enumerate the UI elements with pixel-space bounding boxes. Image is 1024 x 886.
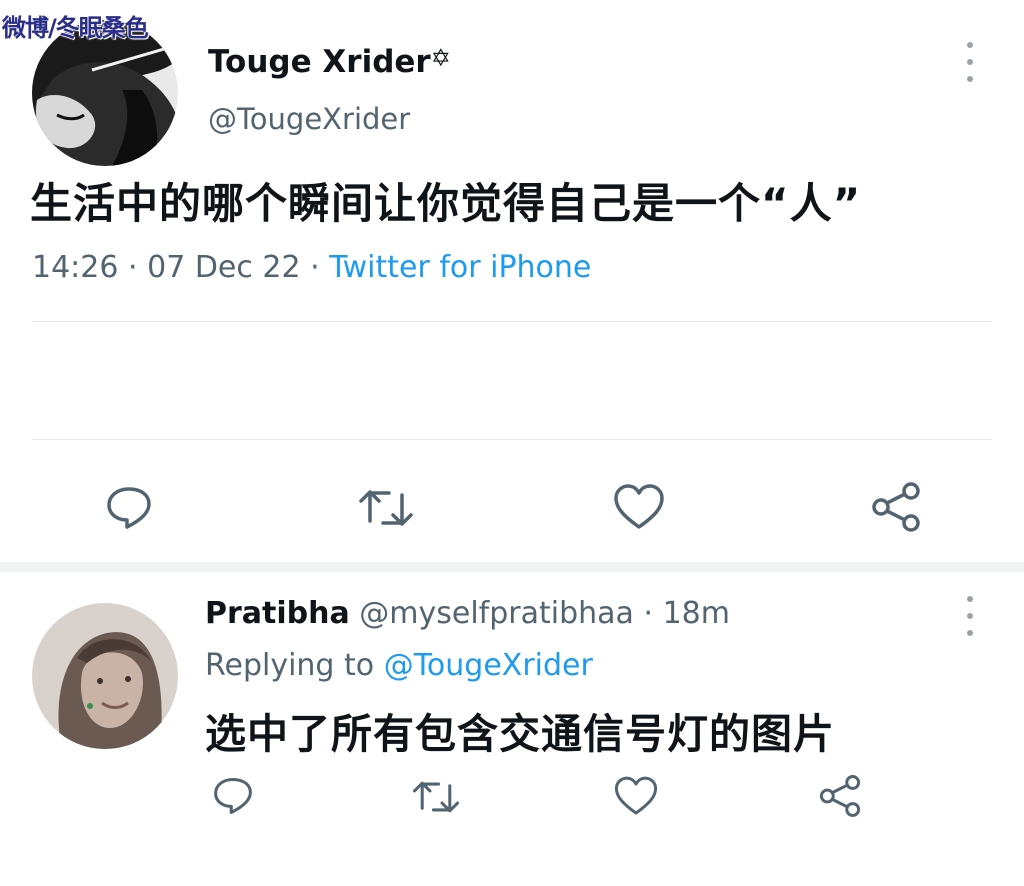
reply-author-name[interactable]: Pratibha [205,596,350,631]
retweet-button[interactable] [356,484,416,532]
share-button[interactable] [868,480,924,534]
reply-button[interactable] [103,484,155,532]
tweet-text: 生活中的哪个瞬间让你觉得自己是一个“人” [30,179,862,228]
replying-label: Replying to [205,648,375,683]
like-button[interactable] [611,482,667,532]
reply-author-avatar[interactable] [32,603,178,749]
share-button[interactable] [816,772,864,820]
tweet-date: 07 Dec 22 [147,250,301,285]
tweet-meta: 14:26 · 07 Dec 22 · Twitter for iPhone [32,250,591,285]
author-name-text: Touge Xrider [208,44,431,80]
reply-header: Pratibha @myselfpratibhaa · 18m [205,596,730,631]
meta-separator: · [310,250,320,285]
watermark-text: 微博/冬眠桑色 [2,14,149,42]
reply-button[interactable] [210,774,256,818]
divider [32,439,992,440]
reply-author-handle[interactable]: @myselfpratibhaa [359,596,634,631]
retweet-icon [412,781,460,813]
divider [32,321,992,322]
like-button[interactable] [612,774,660,818]
reply-icon [214,777,252,815]
reply-age: 18m [662,596,730,631]
author-handle[interactable]: @TougeXrider [208,102,410,136]
pentagram-icon: ✡ [430,44,451,72]
retweet-icon [359,490,413,526]
meta-separator: · [643,596,654,631]
share-icon [819,775,861,817]
author-name[interactable]: Touge Xrider✡ [208,44,451,80]
share-icon [872,482,920,532]
section-separator [0,562,1024,572]
more-options-icon[interactable] [964,42,976,82]
replying-mention-link[interactable]: @TougeXrider [384,648,593,683]
reply-icon [107,487,151,529]
reply-text: 选中了所有包含交通信号灯的图片 [205,710,835,758]
like-icon [614,776,658,815]
retweet-button[interactable] [410,776,462,818]
tweet-source-link[interactable]: Twitter for iPhone [329,250,591,285]
like-icon [614,484,664,529]
more-options-icon[interactable] [964,596,976,636]
replying-to: Replying to @TougeXrider [205,648,593,683]
tweet-time: 14:26 [32,250,119,285]
avatar-image [32,603,178,749]
meta-separator: · [128,250,138,285]
